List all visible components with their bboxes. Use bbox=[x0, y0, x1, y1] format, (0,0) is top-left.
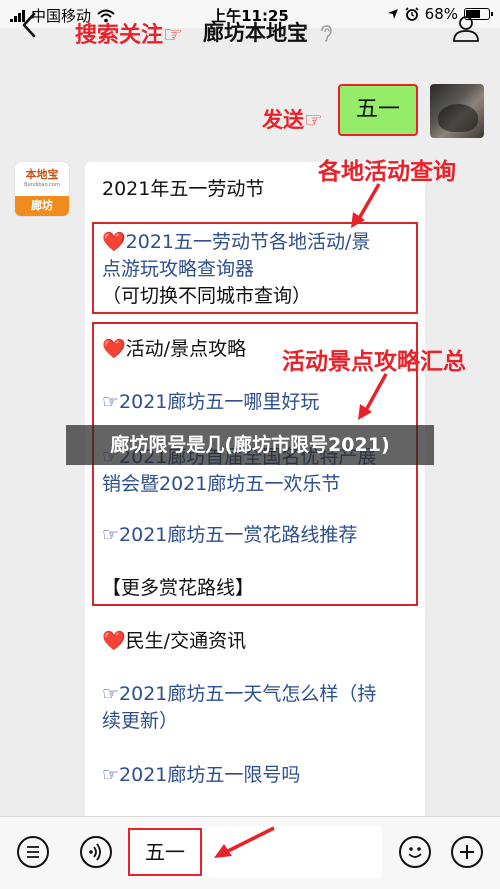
avatar-city-text: 廊坊 bbox=[15, 196, 69, 216]
heart-icon: ❤️ bbox=[102, 231, 126, 253]
emoji-button[interactable] bbox=[399, 836, 431, 868]
message-title: 2021年五一劳动节 bbox=[102, 178, 265, 200]
add-button[interactable] bbox=[451, 836, 483, 868]
search-follow-annotation: 搜索关注☞ bbox=[75, 23, 183, 48]
livelihood-heading-text: 民生/交通资讯 bbox=[125, 630, 247, 652]
heart-icon: ❤️ bbox=[102, 338, 126, 360]
traffic-limit-link[interactable]: ☞2021廊坊五一限号吗 bbox=[102, 762, 300, 789]
location-arrow-icon bbox=[387, 9, 398, 19]
send-annotation: 发送☞ bbox=[262, 108, 323, 132]
guide-link-expo-line2[interactable]: 销会暨2021廊坊五一欢乐节 bbox=[102, 471, 340, 498]
user-avatar[interactable] bbox=[430, 84, 484, 138]
avatar-url-text: Bendibao.com bbox=[24, 182, 60, 188]
activity-query-note: （可切换不同城市查询） bbox=[102, 285, 312, 307]
guide-link-flower-route[interactable]: ☞2021廊坊五一赏花路线推荐 bbox=[102, 522, 357, 549]
weather-link-line1[interactable]: ☞2021廊坊五一天气怎么样（持 bbox=[102, 681, 376, 708]
guide-heading: ❤️活动/景点攻略 bbox=[102, 336, 246, 363]
activity-query-line1: 2021五一劳动节各地活动/景 bbox=[125, 231, 371, 253]
voice-icon bbox=[89, 843, 101, 861]
activity-query-line2[interactable]: 点游玩攻略查询器 bbox=[102, 256, 254, 283]
ear-icon bbox=[321, 25, 333, 42]
input-annotation-arrow-icon bbox=[214, 826, 275, 858]
avatar-top-text: 本地宝 bbox=[25, 168, 59, 181]
guide-link-more-routes[interactable]: 【更多赏花路线】 bbox=[102, 575, 254, 602]
official-account-avatar[interactable]: 本地宝 Bendibao.com 廊坊 bbox=[15, 162, 69, 216]
alarm-icon bbox=[405, 7, 419, 21]
guide-annotation: 活动景点攻略汇总 bbox=[282, 349, 466, 375]
message-input[interactable]: 五一 bbox=[128, 828, 202, 876]
guide-annotation-arrow-icon bbox=[358, 373, 388, 420]
menu-list-icon bbox=[27, 846, 39, 858]
weather-link-line2[interactable]: 续更新） bbox=[102, 708, 178, 735]
sent-message-bubble[interactable]: 五一 bbox=[338, 84, 418, 136]
page-title: 廊坊本地宝 bbox=[203, 17, 333, 47]
voice-button[interactable] bbox=[80, 836, 112, 868]
heart-icon: ❤️ bbox=[102, 630, 126, 652]
guide-heading-text: 活动/景点攻略 bbox=[125, 338, 247, 360]
page-title-text: 廊坊本地宝 bbox=[203, 21, 308, 45]
plus-icon bbox=[460, 845, 474, 859]
menu-button[interactable] bbox=[17, 836, 49, 868]
activity-query-link[interactable]: ❤️2021五一劳动节各地活动/景 bbox=[102, 229, 370, 256]
livelihood-heading: ❤️民生/交通资讯 bbox=[102, 628, 246, 655]
guide-link-where-to-play[interactable]: ☞2021廊坊五一哪里好玩 bbox=[102, 389, 319, 416]
area-annotation-arrow-icon bbox=[351, 183, 381, 228]
chevron-left-icon bbox=[22, 12, 36, 38]
user-avatar-shadow bbox=[438, 104, 478, 132]
profile-button[interactable] bbox=[452, 14, 480, 46]
area-query-annotation: 各地活动查询 bbox=[318, 159, 456, 185]
person-icon bbox=[453, 16, 479, 42]
back-button[interactable] bbox=[14, 10, 44, 49]
caption-overlay: 廊坊限号是几(廊坊市限号2021) bbox=[66, 425, 434, 465]
emoji-icon bbox=[408, 847, 422, 858]
